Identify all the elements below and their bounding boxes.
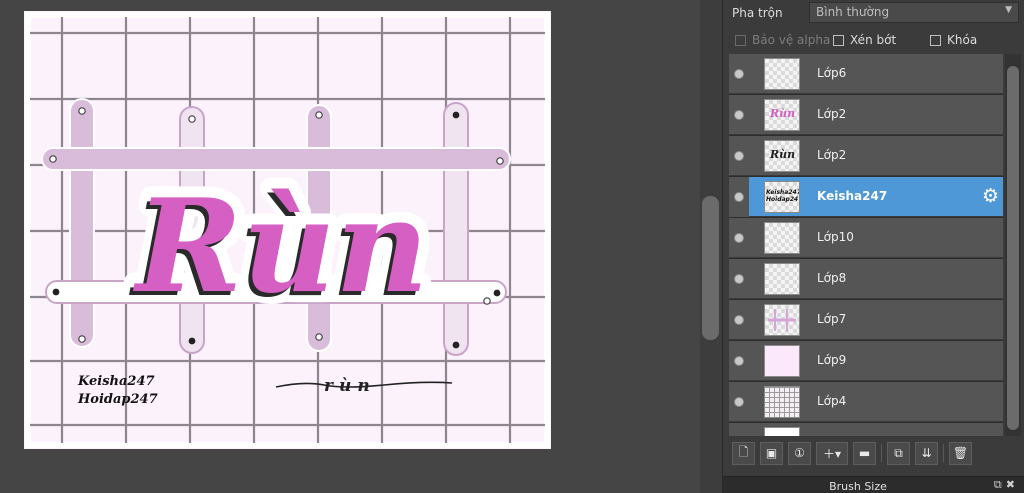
- checkbox-icon: [833, 34, 844, 46]
- lock-checkbox[interactable]: Khóa: [930, 33, 977, 47]
- folder-icon[interactable]: ▬: [853, 441, 876, 465]
- blend-row: Pha trộn Bình thường ▼: [723, 0, 1024, 26]
- layer-thumbnail: Keisha247 Hoidap247: [764, 181, 800, 213]
- layer-thumbnail: [764, 263, 800, 295]
- clipping-checkbox[interactable]: Xén bớt: [833, 33, 896, 47]
- layer-name: Lớp9: [817, 353, 847, 367]
- merge-icon[interactable]: ⇊: [915, 441, 938, 465]
- protect-alpha-checkbox[interactable]: Bảo vệ alpha: [735, 33, 830, 47]
- visibility-icon[interactable]: [734, 397, 744, 407]
- layer-thumbnail: [764, 427, 800, 436]
- undock-icon[interactable]: ⧉: [994, 478, 1006, 491]
- canvas-area[interactable]: Rùn Rùn Rùn Keisha247 Hoidap247 rùn: [0, 0, 700, 493]
- visibility-icon[interactable]: [734, 274, 744, 284]
- new-1bit-layer-icon[interactable]: ①: [788, 441, 811, 465]
- visibility-icon[interactable]: [734, 356, 744, 366]
- layer-options-row: Bảo vệ alpha Xén bớt Khóa: [723, 30, 1024, 50]
- artboard[interactable]: Rùn Rùn Rùn Keisha247 Hoidap247 rùn: [24, 11, 551, 449]
- clipping-label: Xén bớt: [850, 33, 897, 47]
- blend-mode-select[interactable]: Bình thường ▼: [809, 2, 1019, 23]
- layer-row[interactable]: Lớp9: [729, 341, 1003, 381]
- layer-row-selected[interactable]: Keisha247 Hoidap247 Keisha247 ⚙: [729, 177, 1003, 217]
- layer-name: Lớp4: [817, 394, 847, 408]
- visibility-icon[interactable]: [734, 192, 744, 202]
- main-lettering: Rùn Rùn Rùn: [122, 161, 440, 333]
- blend-label: Pha trộn: [732, 6, 783, 20]
- layer-list-scroll-thumb[interactable]: [1007, 66, 1019, 430]
- layer-row[interactable]: Rùn Lớp2: [729, 136, 1003, 176]
- layer-thumbnail: [764, 222, 800, 254]
- chevron-down-icon: ▼: [1005, 5, 1012, 15]
- layer-name: Lớp2: [817, 148, 847, 162]
- layer-row[interactable]: Lớp4: [729, 382, 1003, 422]
- delete-icon[interactable]: 🗑: [949, 441, 972, 465]
- duplicate-icon[interactable]: ⧉: [887, 441, 910, 465]
- layer-row[interactable]: Lớp8: [729, 259, 1003, 299]
- layer-thumbnail: Rùn: [764, 140, 800, 172]
- gear-icon[interactable]: ⚙: [982, 186, 999, 206]
- checkbox-icon: [735, 34, 746, 46]
- svg-text:Rùn: Rùn: [133, 172, 429, 322]
- visibility-icon[interactable]: [734, 151, 744, 161]
- canvas-scroll-thumb[interactable]: [702, 196, 719, 340]
- layer-row-partial[interactable]: [729, 423, 1003, 436]
- visibility-icon[interactable]: [734, 110, 744, 120]
- lock-label: Khóa: [947, 33, 978, 47]
- svg-text:Hoidap247: Hoidap247: [77, 392, 158, 407]
- layer-thumbnail: Rùn: [764, 99, 800, 131]
- new-layer-icon[interactable]: 🗋: [732, 441, 755, 465]
- toolbar-divider: [881, 444, 882, 462]
- layer-name: Lớp6: [817, 66, 847, 80]
- layer-thumbnail: [764, 345, 800, 377]
- new-bitmap-layer-icon[interactable]: ▣: [760, 441, 783, 465]
- visibility-icon[interactable]: [734, 233, 744, 243]
- layer-toolbar: 🗋 ▣ ① ＋▾ ▬ ⧉ ⇊ 🗑: [729, 440, 1021, 466]
- svg-text:rùn: rùn: [324, 376, 376, 396]
- layer-thumbnail: [764, 58, 800, 90]
- svg-text:Keisha247: Keisha247: [77, 374, 155, 389]
- layer-list[interactable]: Lớp6 Rùn Lớp2 Rùn Lớp2 Keisha247 Hoidap2…: [729, 54, 1003, 436]
- brush-size-header[interactable]: Brush Size ⧉✖: [723, 476, 1024, 493]
- layer-name: Lớp10: [817, 230, 854, 244]
- layer-name: Lớp8: [817, 271, 847, 285]
- toolbar-divider: [943, 444, 944, 462]
- visibility-icon[interactable]: [734, 315, 744, 325]
- layers-panel: Pha trộn Bình thường ▼ Bảo vệ alpha Xén …: [722, 0, 1024, 493]
- close-icon[interactable]: ✖: [1006, 478, 1019, 491]
- layer-name: Keisha247: [817, 189, 888, 203]
- layer-name: Lớp2: [817, 107, 847, 121]
- layer-thumbnail: [764, 304, 800, 336]
- layer-row[interactable]: Lớp7: [729, 300, 1003, 340]
- layer-name: Lớp7: [817, 312, 847, 326]
- layer-thumbnail: [764, 386, 800, 418]
- blend-mode-value: Bình thường: [816, 5, 890, 19]
- checkbox-icon: [930, 34, 941, 46]
- layer-row[interactable]: Lớp10: [729, 218, 1003, 258]
- artwork-svg: Rùn Rùn Rùn Keisha247 Hoidap247 rùn: [24, 11, 551, 449]
- layer-row[interactable]: Lớp6: [729, 54, 1003, 94]
- protect-alpha-label: Bảo vệ alpha: [752, 33, 831, 47]
- visibility-icon[interactable]: [734, 69, 744, 79]
- add-layer-menu-icon[interactable]: ＋▾: [816, 441, 848, 465]
- brush-size-title: Brush Size: [829, 480, 887, 493]
- layer-row[interactable]: Rùn Lớp2: [729, 95, 1003, 135]
